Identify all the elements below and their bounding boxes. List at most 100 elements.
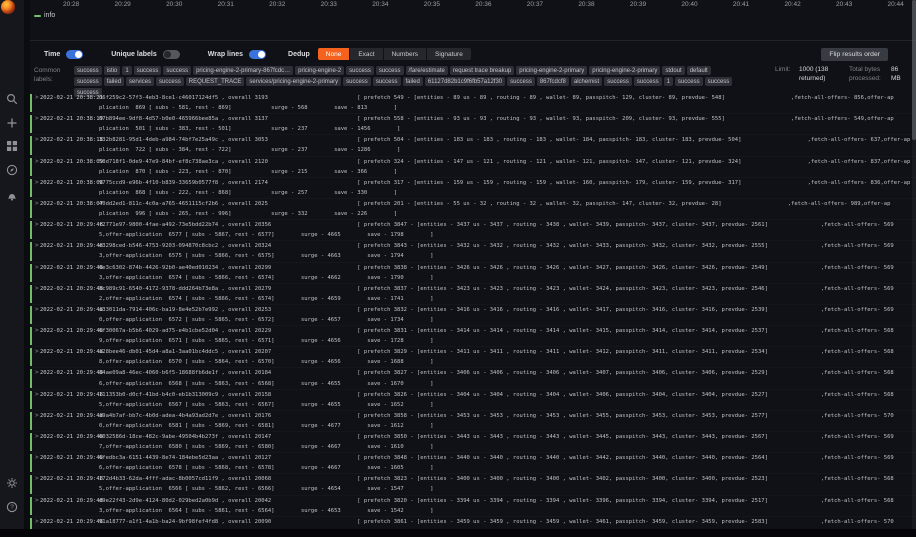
log-timestamp: 2022-02-21 20:29:48 [40,264,103,271]
dedup-button-group: None Exact Numbers Signature [317,48,471,60]
log-message: a9a4b7af-bb7c-4b0d-adea-4b4a93ad2d7e , o… [99,412,894,429]
log-row[interactable]: >2022-02-21 20:38:19 07b894ee-9df8-4d57-b… [30,114,916,135]
common-label-chip: success [633,77,662,86]
log-timestamp: 2022-02-21 20:29:48 [40,412,103,419]
common-label-chip: request trace breakup [449,66,515,75]
common-label-chip: pricing-engine-2 [295,66,345,75]
log-row[interactable]: >2022-02-21 20:29:48 f2771e97-9800-4fae-a… [30,220,916,241]
common-label-chip: success [74,66,102,75]
explore-compass-icon[interactable] [6,164,18,176]
common-label-chip: /fare/estimate [405,66,448,75]
grafana-logo-icon[interactable] [1,0,15,14]
log-timestamp: 2022-02-21 20:38:07 [40,200,103,207]
log-options-bar: Time Unique labels Wrap lines Dedup None… [38,45,910,63]
alerting-bell-icon[interactable] [6,189,18,201]
scrollbar-thumb[interactable] [912,0,916,140]
unique-labels-toggle-label: Unique labels [111,50,157,58]
time-toggle[interactable] [66,49,84,59]
common-label-chip: pricing-engine-2-primary-867fcdc… [193,66,294,75]
log-level-bar-info [30,454,32,473]
log-timestamp: 2022-02-21 20:38:21 [40,95,103,101]
log-message: d9e22f43-2d9e-4124-80d2-029bed2a0b9d , o… [99,497,894,514]
create-plus-icon[interactable] [6,117,18,129]
log-rows-list: >2022-02-21 20:38:21 06f259c2-57f3-4eb3-8… [30,93,916,537]
log-message: a33011da-7914-406c-ba19-8e4e52b7e992 , o… [99,306,894,323]
log-row[interactable]: >2022-02-21 20:29:48 84ae09a8-46ec-4060-b… [30,368,916,389]
time-axis-tick: 20:39 [629,1,647,8]
log-level-bar-info [30,369,32,388]
log-row[interactable]: >2022-02-21 20:29:48 6fedbc3a-6151-4439-8… [30,453,916,474]
common-label-chip: success [372,77,401,86]
log-message: 6032586d-18ce-482c-9abe-49504b4b273f , o… [99,434,894,451]
log-level-bar-info [30,284,32,303]
search-icon[interactable] [6,93,18,105]
log-row[interactable]: >2022-02-21 20:29:48 a28bee46-db01-45d4-a… [30,347,916,368]
dedup-option-none[interactable]: None [317,48,350,60]
log-level-bar-info [30,496,32,515]
dedup-option-exact[interactable]: Exact [350,48,383,60]
limit-value: 1000 (138 returned) [799,66,829,82]
log-timestamp: 2022-02-21 20:29:48 [40,518,103,525]
log-level-bar-info [30,433,32,452]
log-row[interactable]: >2022-02-21 20:29:48 6f30067a-b5b6-4029-a… [30,326,916,347]
common-label-chip: stdout [662,66,685,75]
common-label-chip: services/pricing-engine-2-primary [246,77,342,86]
log-row[interactable]: >2022-02-21 20:29:48 a33011da-7914-406c-b… [30,305,916,326]
dedup-option-numbers[interactable]: Numbers [383,48,426,60]
legend-item-info[interactable]: info [34,12,55,19]
flip-results-order-button[interactable]: Flip results order [821,47,888,61]
configuration-gear-icon[interactable] [6,477,18,489]
dedup-option-signature[interactable]: Signature [426,48,471,60]
limit-stat: Limit: 1000 (138 returned) [775,66,835,83]
log-row[interactable]: >2022-02-21 20:38:21 06f259c2-57f3-4eb3-8… [30,93,916,114]
common-label-chip: success [343,77,371,86]
log-message: 172d4b33-62da-4fff-adac-8b0057cd11f9 , o… [99,476,894,493]
log-row[interactable]: >2022-02-21 20:29:48 6032586d-18ce-482c-9… [30,432,916,453]
main-area: 20:28 20:29 20:30 20:31 20:32 20:33 20:34 20:35… [24,0,916,537]
log-row[interactable]: >2022-02-21 20:29:48 e3298ced-b546-4753-9… [30,241,916,262]
common-label-chip: success [604,77,632,86]
common-label-chip: success [133,66,162,75]
time-axis-tick: 20:31 [217,1,234,8]
log-level-bar-info [30,411,32,430]
log-message: 6f30067a-b5b6-4029-ad75-e4b1cbe52d04 , o… [99,328,894,345]
log-row[interactable]: >2022-02-21 20:29:48 d9e22f43-2d9e-4124-8… [30,496,916,517]
time-toggle-label: Time [44,50,61,58]
log-level-bar-info [30,199,32,219]
log-row[interactable]: >2022-02-21 20:38:08 9775ccd9-e96b-4f10-b… [30,178,916,199]
log-level-bar-info [30,221,32,240]
log-row[interactable]: >2022-02-21 20:38:09 58d718f1-0de9-47e9-8… [30,157,916,178]
log-level-bar-info [30,475,32,494]
log-row[interactable]: >2022-02-21 20:29:48 a9a4b7af-bb7c-4b0d-a… [30,411,916,432]
limit-label: Limit: [775,66,791,73]
log-row[interactable]: >2022-02-21 20:29:48 0e3c6302-874b-4426-9… [30,263,916,284]
common-label-chip: success [507,77,535,86]
log-row[interactable]: >2022-02-21 20:29:48 111353b0-d0cf-41bd-b… [30,390,916,411]
sidebar: ? [0,0,24,537]
log-level-bar-info [30,178,32,197]
wrap-lines-toggle[interactable] [249,49,267,59]
time-axis-tick: 20:43 [835,1,853,8]
log-row[interactable]: >2022-02-21 20:38:07 40dd2ed1-811c-4c0a-a… [30,199,916,220]
legend-series-label: info [44,12,56,19]
log-timestamp: 2022-02-21 20:38:09 [40,158,103,165]
log-level-bar-info [30,348,32,367]
log-row[interactable]: >2022-02-21 20:38:18 332b8281-95d1-4deb-a… [30,135,916,156]
time-axis-tick: 20:29 [114,1,131,8]
log-message: 58d718f1-0de9-47e9-84bf-ef8c738ae3ca , o… [99,158,911,175]
common-label-chip: failed [402,77,423,86]
common-label-chip: istio [103,66,121,75]
log-timestamp: 2022-02-21 20:38:19 [40,116,103,123]
log-timestamp: 2022-02-21 20:29:48 [40,306,103,313]
log-level-bar-info [30,115,32,134]
logs-panel: 20:28 20:29 20:30 20:31 20:32 20:33 20:34 20:35… [30,0,916,537]
log-row[interactable]: >2022-02-21 20:29:48 172d4b33-62da-4fff-a… [30,474,916,495]
window-bottom-edge [0,529,916,537]
log-level-bar-info [30,136,32,155]
log-row[interactable]: >2022-02-21 20:29:48 8c989c91-6540-4172-9… [30,284,916,305]
unique-labels-toggle[interactable] [162,49,180,59]
dashboards-icon[interactable] [6,140,18,152]
time-axis-tick: 20:41 [732,1,750,8]
help-icon[interactable]: ? [6,501,18,513]
log-message: a28bee46-db01-45d4-a8a1-3aa01bc4ddc5 , o… [99,349,894,366]
